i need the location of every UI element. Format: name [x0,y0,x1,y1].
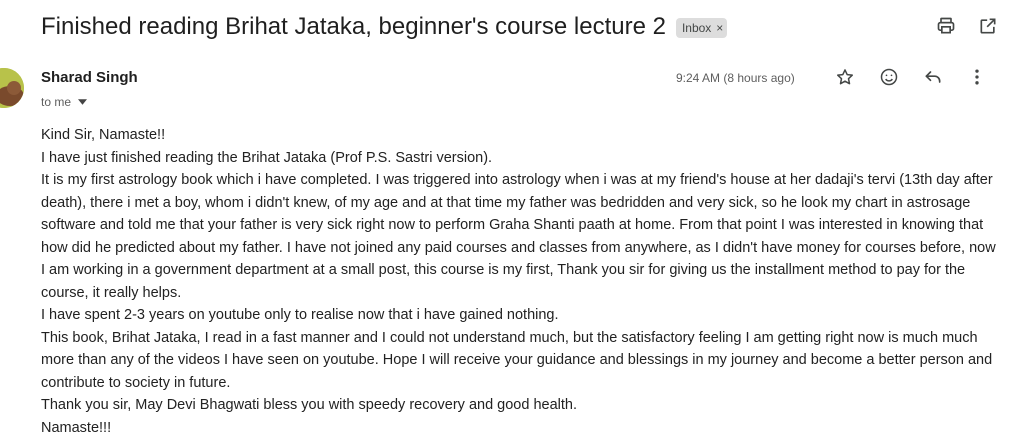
open-in-new-window-icon[interactable] [978,16,998,36]
email-view: Finished reading Brihat Jataka, beginner… [0,0,1024,442]
recipient-line: to me [41,95,72,109]
sender-avatar[interactable] [0,68,24,108]
print-icon[interactable] [936,16,956,36]
message-body: Kind Sir, Namaste!! I have just finished… [41,124,1001,439]
star-icon[interactable] [835,67,855,87]
body-line: This book, Brihat Jataka, I read in a fa… [41,329,993,391]
body-line: I have just finished reading the Brihat … [41,149,493,166]
message-timestamp: 9:24 AM (8 hours ago) [676,71,795,85]
body-line: Kind Sir, Namaste!! [41,127,166,143]
email-subject: Finished reading Brihat Jataka, beginner… [41,13,666,40]
remove-label-button[interactable]: × [716,21,723,35]
body-line: It is my first astrology book which i ha… [41,172,996,301]
body-line: Namaste!!! [41,419,112,436]
thread-toolbar [936,16,998,36]
inbox-label-chip[interactable]: Inbox × [675,18,728,38]
body-line: I have spent 2-3 years on youtube only t… [41,307,559,323]
body-line: Thank you sir, May Devi Bhagwati bless y… [41,397,577,413]
message-actions [835,67,987,87]
more-vertical-icon[interactable] [967,67,987,87]
label-text: Inbox [681,21,712,35]
chevron-down-icon[interactable] [78,98,88,107]
recipient-details-toggle[interactable]: to me [41,95,88,109]
subject-row: Finished reading Brihat Jataka, beginner… [41,13,728,41]
sender-name[interactable]: Sharad Singh [41,69,138,86]
reply-icon[interactable] [923,67,943,87]
emoji-reaction-icon[interactable] [879,67,899,87]
